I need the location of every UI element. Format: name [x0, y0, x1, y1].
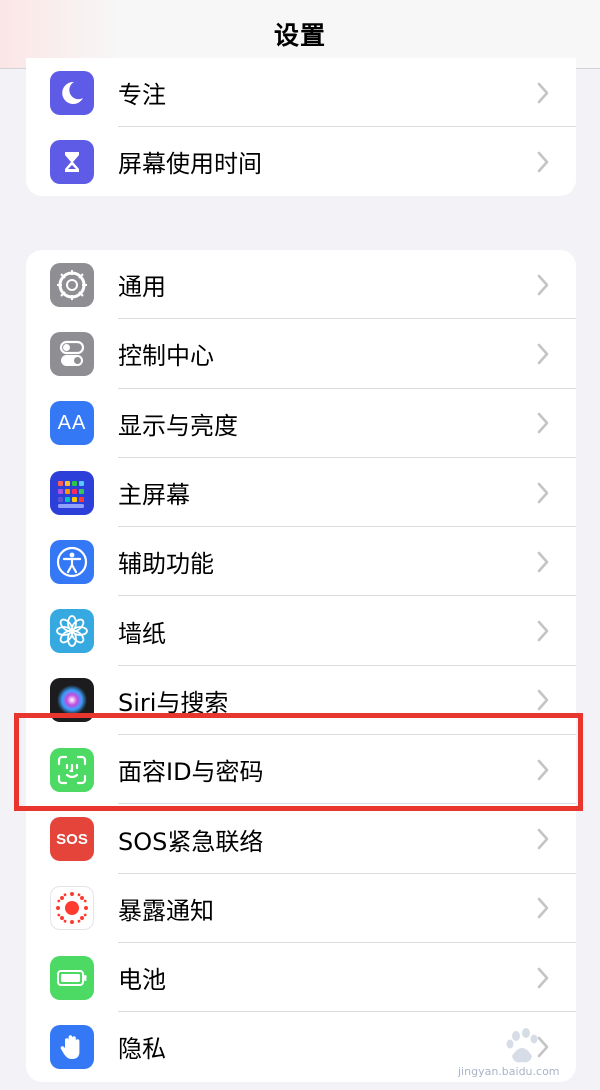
- battery-icon: [50, 955, 94, 1000]
- chevron-right-icon: [537, 274, 549, 295]
- settings-group-focus: 专注 屏幕使用时间: [26, 58, 576, 196]
- toggles-icon: [50, 331, 94, 376]
- settings-row-label: 控制中心: [118, 342, 214, 371]
- settings-row-label: 屏幕使用时间: [118, 150, 262, 178]
- settings-row-label: 通用: [118, 273, 166, 302]
- settings-row-home-screen[interactable]: 主屏幕: [26, 458, 576, 528]
- chevron-right-icon: [537, 151, 549, 172]
- settings-row-label: 主屏幕: [118, 481, 190, 510]
- settings-row-label: 显示与亮度: [118, 411, 238, 440]
- settings-row-exposure[interactable]: 暴露通知: [26, 874, 576, 943]
- exposure-icon: [50, 886, 94, 931]
- settings-row-label: 暴露通知: [118, 896, 214, 925]
- highlight-annotation-box: [14, 713, 583, 811]
- settings-row-label: 隐私: [118, 1035, 166, 1064]
- chevron-right-icon: [537, 898, 549, 919]
- settings-row-control-center[interactable]: 控制中心: [26, 319, 576, 389]
- settings-row-accessibility[interactable]: 辅助功能: [26, 527, 576, 597]
- watermark-url: jingyan.baidu.com: [458, 1065, 560, 1078]
- moon-icon: [50, 70, 94, 115]
- chevron-right-icon: [537, 620, 549, 642]
- page-title: 设置: [273, 21, 326, 50]
- text-size-icon: AA: [50, 401, 94, 446]
- settings-row-general[interactable]: 通用: [26, 250, 576, 320]
- app-grid-icon: [50, 470, 94, 515]
- gear-icon: [50, 262, 94, 307]
- settings-row-label: 辅助功能: [118, 550, 214, 579]
- hand-icon: [50, 1024, 94, 1069]
- settings-row-focus[interactable]: 专注: [26, 58, 576, 127]
- settings-row-display[interactable]: AA 显示与亮度: [26, 389, 576, 458]
- chevron-right-icon: [537, 828, 549, 850]
- chevron-right-icon: [537, 690, 549, 711]
- chevron-right-icon: [537, 551, 549, 573]
- chevron-right-icon: [537, 82, 549, 103]
- chevron-right-icon: [537, 343, 549, 365]
- settings-row-battery[interactable]: 电池: [26, 943, 576, 1013]
- chevron-right-icon: [537, 967, 549, 988]
- settings-group-general: 通用 控制中心 AA 显示与亮度 主屏幕 辅助功能 墙纸 Siri与搜索 面容I…: [26, 250, 576, 1082]
- settings-row-sos[interactable]: SOS SOS紧急联络: [26, 804, 576, 874]
- settings-row-screen-time[interactable]: 屏幕使用时间: [26, 127, 576, 196]
- settings-row-label: SOS紧急联络: [118, 827, 264, 856]
- settings-row-label: 电池: [118, 966, 166, 995]
- settings-row-label: 专注: [118, 81, 166, 109]
- settings-row-wallpaper[interactable]: 墙纸: [26, 596, 576, 666]
- chevron-right-icon: [537, 482, 549, 503]
- chevron-right-icon: [537, 412, 549, 434]
- sos-icon: SOS: [50, 817, 94, 862]
- settings-row-label: 墙纸: [118, 619, 166, 648]
- hourglass-icon: [50, 139, 94, 184]
- accessibility-icon: [50, 539, 94, 584]
- flower-icon: [50, 609, 94, 654]
